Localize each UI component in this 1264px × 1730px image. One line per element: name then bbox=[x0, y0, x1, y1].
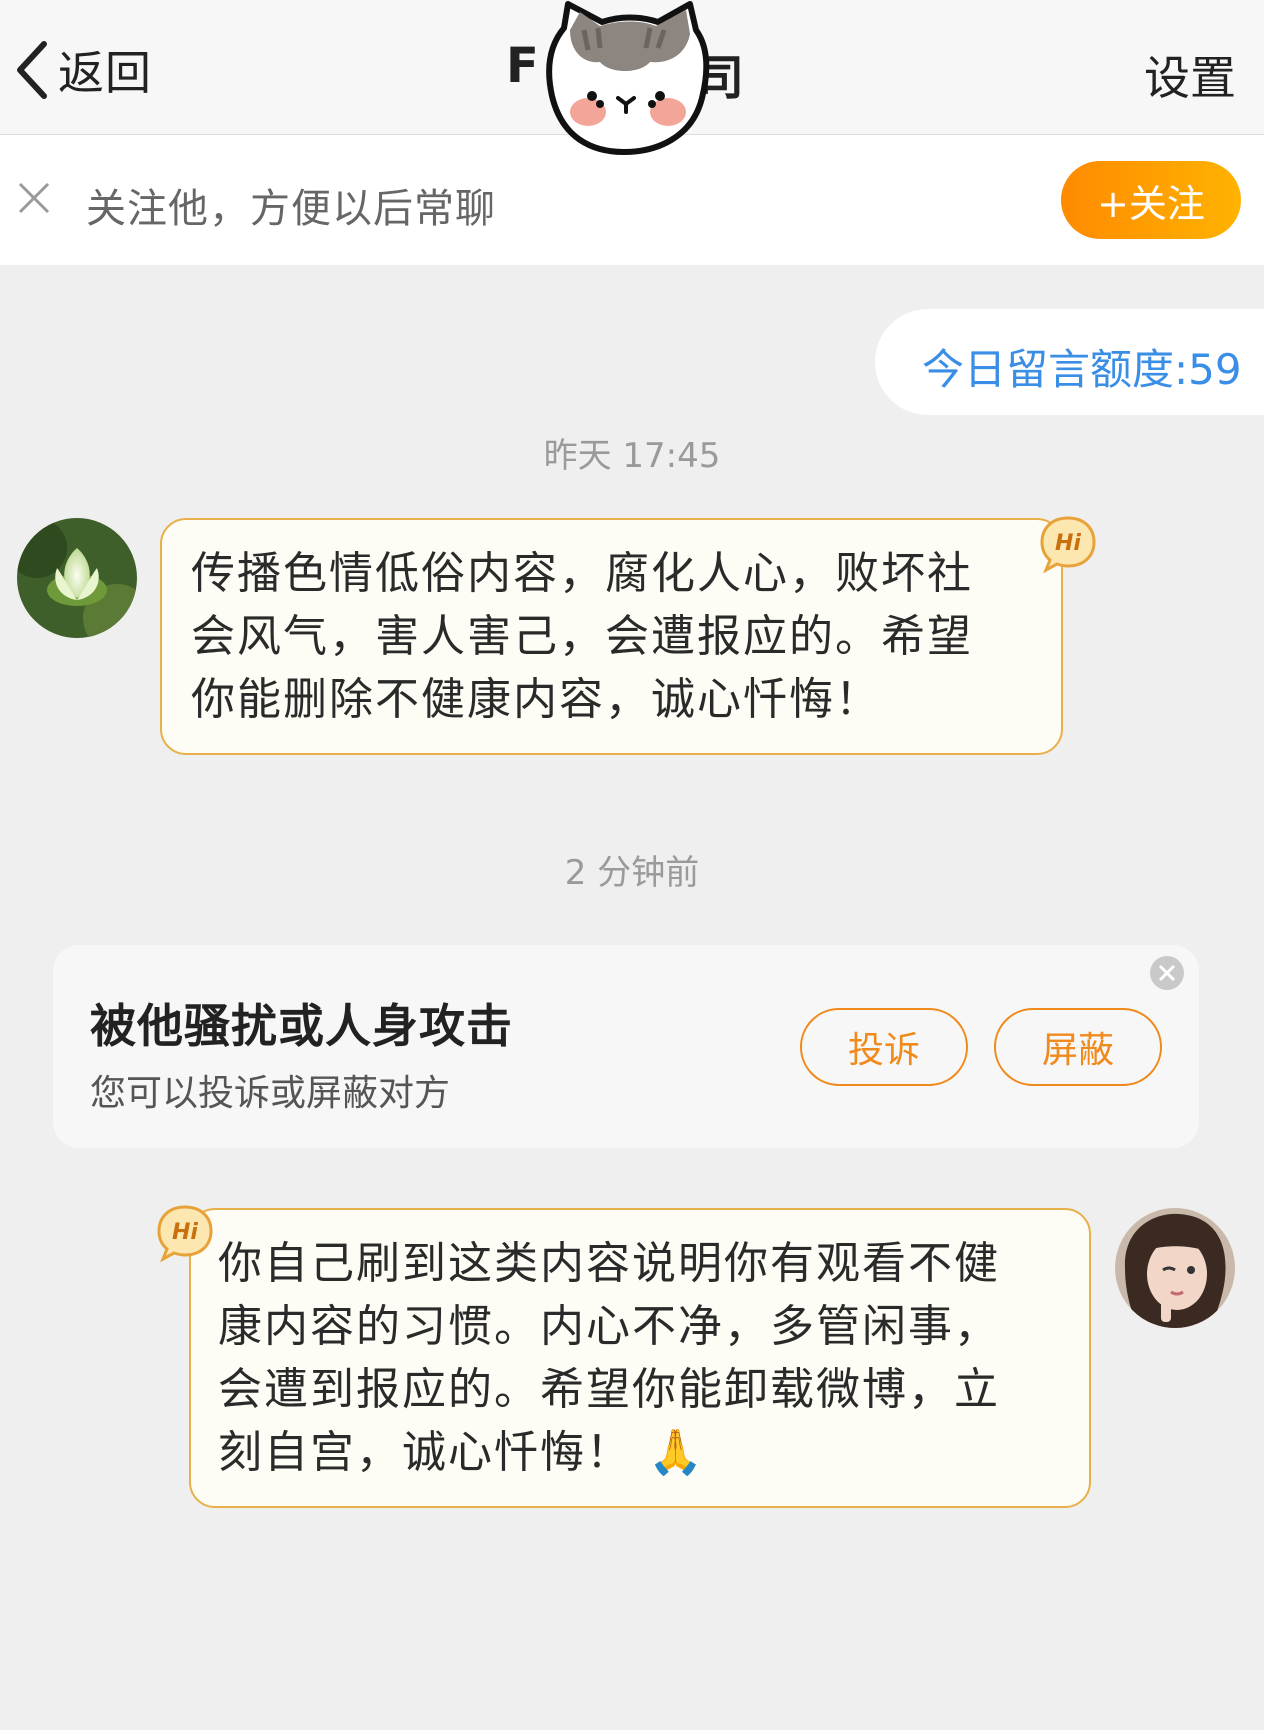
settings-button[interactable]: 设置 bbox=[1144, 42, 1236, 108]
chevron-left-icon bbox=[17, 41, 47, 99]
message-line: 会风气，害人害己，会遭报应的。希望 bbox=[191, 611, 973, 662]
follow-prompt-text: 关注他，方便以后常聊 bbox=[86, 186, 496, 232]
harassment-card-subtitle: 您可以投诉或屏蔽对方 bbox=[90, 1073, 451, 1114]
report-button[interactable]: 投诉 bbox=[800, 1008, 968, 1086]
message-line: 传播色情低俗内容，腐化人心，败坏社 bbox=[191, 548, 973, 599]
message-line: 会遭到报应的。希望你能卸载微博，立 bbox=[218, 1364, 1000, 1415]
hi-badge-label: Hi bbox=[172, 1220, 198, 1245]
page-title-left: F bbox=[506, 38, 539, 94]
close-icon[interactable] bbox=[16, 180, 52, 216]
message-line: 康内容的习惯。内心不净，多管闲事， bbox=[218, 1301, 1000, 1352]
hi-badge-label: Hi bbox=[1055, 531, 1081, 556]
message-line: 刻自宫，诚心忏悔！ 🙏 bbox=[218, 1427, 705, 1478]
block-button[interactable]: 屏蔽 bbox=[994, 1008, 1162, 1086]
message-line: 你自己刷到这类内容说明你有观看不健 bbox=[218, 1238, 1000, 1289]
lotus-avatar[interactable] bbox=[17, 518, 137, 638]
back-button[interactable]: 返回 bbox=[12, 30, 152, 110]
user-avatar[interactable] bbox=[1115, 1208, 1235, 1328]
cat-sticker bbox=[546, 1, 710, 155]
message-line: 你能删除不健康内容，诚心忏悔！ bbox=[191, 674, 881, 725]
back-label: 返回 bbox=[58, 46, 152, 100]
sent-message-text: 你自己刷到这类内容说明你有观看不健 康内容的习惯。内心不净，多管闲事， 会遭到报… bbox=[218, 1232, 1000, 1484]
message-timestamp: 昨天 17:45 bbox=[543, 436, 721, 476]
close-circle-icon[interactable] bbox=[1149, 955, 1185, 991]
hi-badge-icon: Hi bbox=[157, 1205, 213, 1263]
message-timestamp: 2 分钟前 bbox=[564, 853, 700, 893]
follow-button[interactable]: +关注 bbox=[1061, 161, 1241, 239]
message-quota-text: 今日留言额度:59 bbox=[922, 345, 1242, 394]
received-message-text: 传播色情低俗内容，腐化人心，败坏社 会风气，害人害己，会遭报应的。希望 你能删除… bbox=[191, 542, 973, 731]
harassment-card-title: 被他骚扰或人身攻击 bbox=[90, 999, 513, 1053]
hi-badge-icon: Hi bbox=[1040, 516, 1096, 574]
pray-emoji: 🙏 bbox=[648, 1427, 705, 1478]
